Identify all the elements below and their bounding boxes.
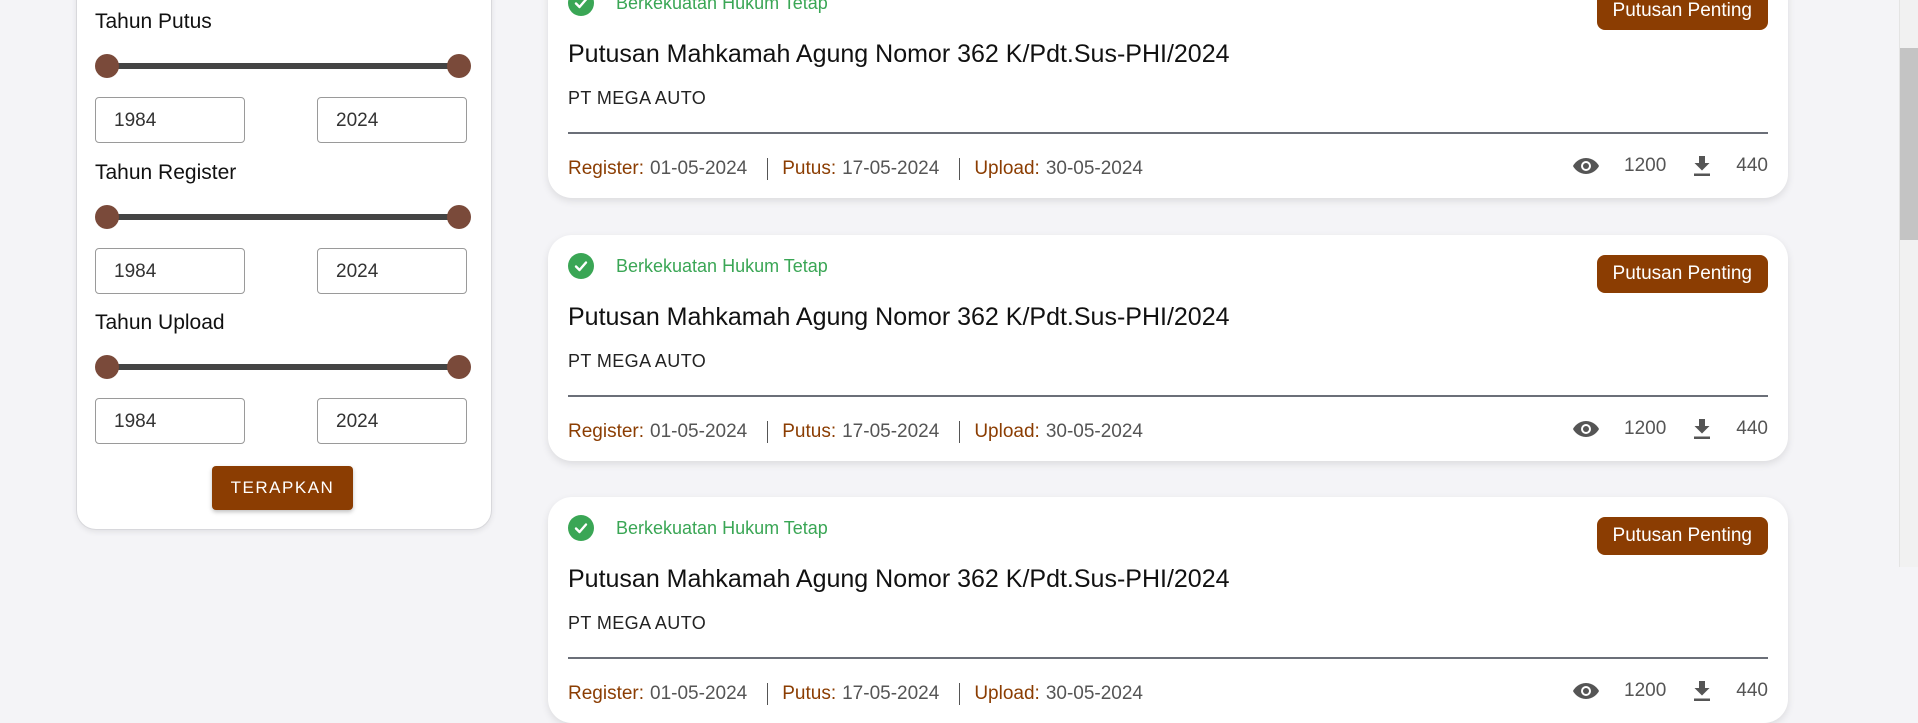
register-label: Register:	[568, 683, 645, 704]
important-badge: Putusan Penting	[1596, 517, 1768, 555]
slider-max-handle[interactable]	[447, 54, 471, 78]
year-min-input[interactable]: 1984	[95, 97, 245, 143]
putus-date: 17-05-2024	[842, 421, 940, 442]
party-name: PT MEGA AUTO	[568, 88, 707, 108]
download-count: 440	[1736, 418, 1768, 439]
decision-dates: Register: 01-05-2024 Putus: 17-05-2024 U…	[568, 421, 1143, 443]
download-count: 440	[1736, 680, 1768, 701]
register-label: Register:	[568, 421, 645, 442]
register-date: 01-05-2024	[650, 683, 748, 704]
year-max-input[interactable]: 2024	[317, 248, 467, 294]
eye-icon	[1572, 419, 1600, 439]
putus-label: Putus:	[782, 683, 837, 704]
page-scrollbar[interactable]	[1899, 0, 1918, 567]
slider-max-handle[interactable]	[447, 205, 471, 229]
slider-min-handle[interactable]	[95, 54, 119, 78]
register-date: 01-05-2024	[650, 158, 748, 179]
year-min-input[interactable]: 1984	[95, 398, 245, 444]
upload-date: 30-05-2024	[1045, 683, 1144, 704]
card-divider	[568, 657, 1768, 659]
meta-separator	[767, 683, 769, 705]
meta-separator	[767, 421, 769, 443]
decision-title[interactable]: Putusan Mahkamah Agung Nomor 362 K/Pdt.S…	[568, 303, 1230, 332]
filter-label: Tahun Upload	[95, 311, 225, 334]
check-circle-icon	[568, 515, 594, 541]
decision-card[interactable]: Berkekuatan Hukum Tetap Putusan Penting …	[548, 497, 1788, 723]
view-count: 1200	[1624, 680, 1667, 701]
party-name: PT MEGA AUTO	[568, 613, 707, 633]
filter-label: Tahun Register	[95, 161, 237, 184]
meta-separator	[959, 683, 961, 705]
register-label: Register:	[568, 158, 645, 179]
upload-label: Upload:	[974, 683, 1040, 704]
important-badge: Putusan Penting	[1596, 255, 1768, 293]
decision-dates: Register: 01-05-2024 Putus: 17-05-2024 U…	[568, 158, 1143, 180]
check-circle-icon	[568, 253, 594, 279]
decision-stats: 1200 440	[1572, 155, 1768, 177]
download-icon[interactable]	[1692, 155, 1712, 177]
decision-dates: Register: 01-05-2024 Putus: 17-05-2024 U…	[568, 683, 1143, 705]
apply-filter-button[interactable]: TERAPKAN	[212, 466, 353, 510]
slider-min-handle[interactable]	[95, 355, 119, 379]
check-circle-icon	[568, 0, 594, 16]
party-name: PT MEGA AUTO	[568, 351, 707, 371]
download-count: 440	[1736, 155, 1768, 176]
register-date: 01-05-2024	[650, 421, 748, 442]
important-badge: Putusan Penting	[1596, 0, 1768, 30]
upload-date: 30-05-2024	[1045, 158, 1144, 179]
decision-title[interactable]: Putusan Mahkamah Agung Nomor 362 K/Pdt.S…	[568, 40, 1230, 69]
upload-label: Upload:	[974, 158, 1040, 179]
view-count: 1200	[1624, 418, 1667, 439]
scrollbar-thumb[interactable]	[1900, 48, 1918, 240]
status: Berkekuatan Hukum Tetap	[568, 0, 828, 16]
eye-icon	[1572, 156, 1600, 176]
status-text: Berkekuatan Hukum Tetap	[616, 0, 828, 13]
year-range-slider[interactable]	[95, 54, 471, 78]
year-range-slider[interactable]	[95, 355, 471, 379]
upload-label: Upload:	[974, 421, 1040, 442]
download-icon[interactable]	[1692, 680, 1712, 702]
status-text: Berkekuatan Hukum Tetap	[616, 255, 828, 276]
slider-min-handle[interactable]	[95, 205, 119, 229]
putus-date: 17-05-2024	[842, 158, 940, 179]
year-range-slider[interactable]	[95, 205, 471, 229]
decision-card[interactable]: Berkekuatan Hukum Tetap Putusan Penting …	[548, 0, 1788, 198]
status-text: Berkekuatan Hukum Tetap	[616, 517, 828, 538]
decision-stats: 1200 440	[1572, 680, 1768, 702]
status: Berkekuatan Hukum Tetap	[568, 515, 828, 541]
putus-date: 17-05-2024	[842, 683, 940, 704]
putus-label: Putus:	[782, 158, 837, 179]
slider-max-handle[interactable]	[447, 355, 471, 379]
decision-stats: 1200 440	[1572, 418, 1768, 440]
year-max-input[interactable]: 2024	[317, 97, 467, 143]
year-min-input[interactable]: 1984	[95, 248, 245, 294]
decision-title[interactable]: Putusan Mahkamah Agung Nomor 362 K/Pdt.S…	[568, 565, 1230, 594]
meta-separator	[767, 158, 769, 180]
meta-separator	[959, 158, 961, 180]
upload-date: 30-05-2024	[1045, 421, 1144, 442]
download-icon[interactable]	[1692, 418, 1712, 440]
filter-label: Tahun Putus	[95, 10, 212, 33]
view-count: 1200	[1624, 155, 1667, 176]
putus-label: Putus:	[782, 421, 837, 442]
meta-separator	[959, 421, 961, 443]
year-max-input[interactable]: 2024	[317, 398, 467, 444]
status: Berkekuatan Hukum Tetap	[568, 253, 828, 279]
decision-card[interactable]: Berkekuatan Hukum Tetap Putusan Penting …	[548, 235, 1788, 461]
eye-icon	[1572, 681, 1600, 701]
card-divider	[568, 395, 1768, 397]
card-divider	[568, 132, 1768, 134]
